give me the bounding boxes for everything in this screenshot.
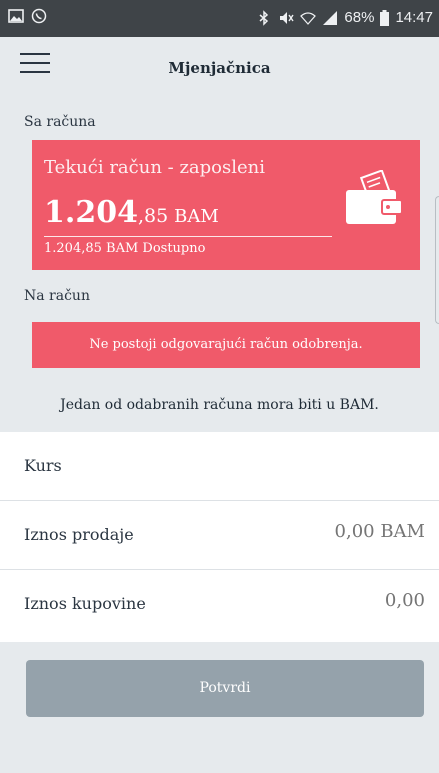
target-account-message: Ne postoji odgovarajući račun odobrenja. [32,322,420,368]
exchange-form: Kurs Iznos prodaje Iznos kupovine [0,432,439,642]
wifi-icon [300,11,317,25]
mute-icon [280,11,295,24]
battery-icon [380,9,390,26]
wallet-icon [346,170,403,224]
sell-amount-input[interactable] [225,521,425,542]
signal-icon [323,10,338,25]
account-balance: 1.204,85 BAM [44,195,219,230]
balance-cents: ,85 [137,205,169,227]
sell-amount-label: Iznos prodaje [24,525,134,544]
bluetooth-icon [259,9,269,26]
currency-warning: Jedan od odabranih računa mora biti u BA… [60,397,379,413]
available-balance: 1.204,85 BAM Dostupno [44,241,206,256]
rate-row: Kurs [0,432,439,501]
status-bar: 68% 14:47 [0,0,439,37]
confirm-button[interactable]: Potvrdi [26,660,424,717]
sell-amount-row: Iznos prodaje [0,501,439,570]
buy-amount-row: Iznos kupovine [0,570,439,638]
to-account-label: Na račun [24,288,90,304]
image-icon [8,9,24,23]
account-name: Tekući račun - zaposleni [44,157,266,178]
side-panel-handle[interactable] [435,196,439,324]
balance-whole: 1.204 [44,195,138,230]
rate-label: Kurs [24,456,62,475]
buy-amount-input[interactable] [225,590,425,611]
page-title: Mjenjačnica [168,59,271,77]
divider [44,236,332,237]
buy-amount-label: Iznos kupovine [24,594,146,613]
battery-percent: 68% [344,9,375,26]
from-account-label: Sa računa [24,114,96,130]
clock: 14:47 [395,9,433,26]
whatsapp-icon [31,8,47,24]
balance-currency: BAM [174,206,219,227]
source-account-card[interactable]: Tekući račun - zaposleni 1.204,85 BAM 1.2… [32,140,420,270]
app-header: Mjenjačnica [0,37,439,99]
